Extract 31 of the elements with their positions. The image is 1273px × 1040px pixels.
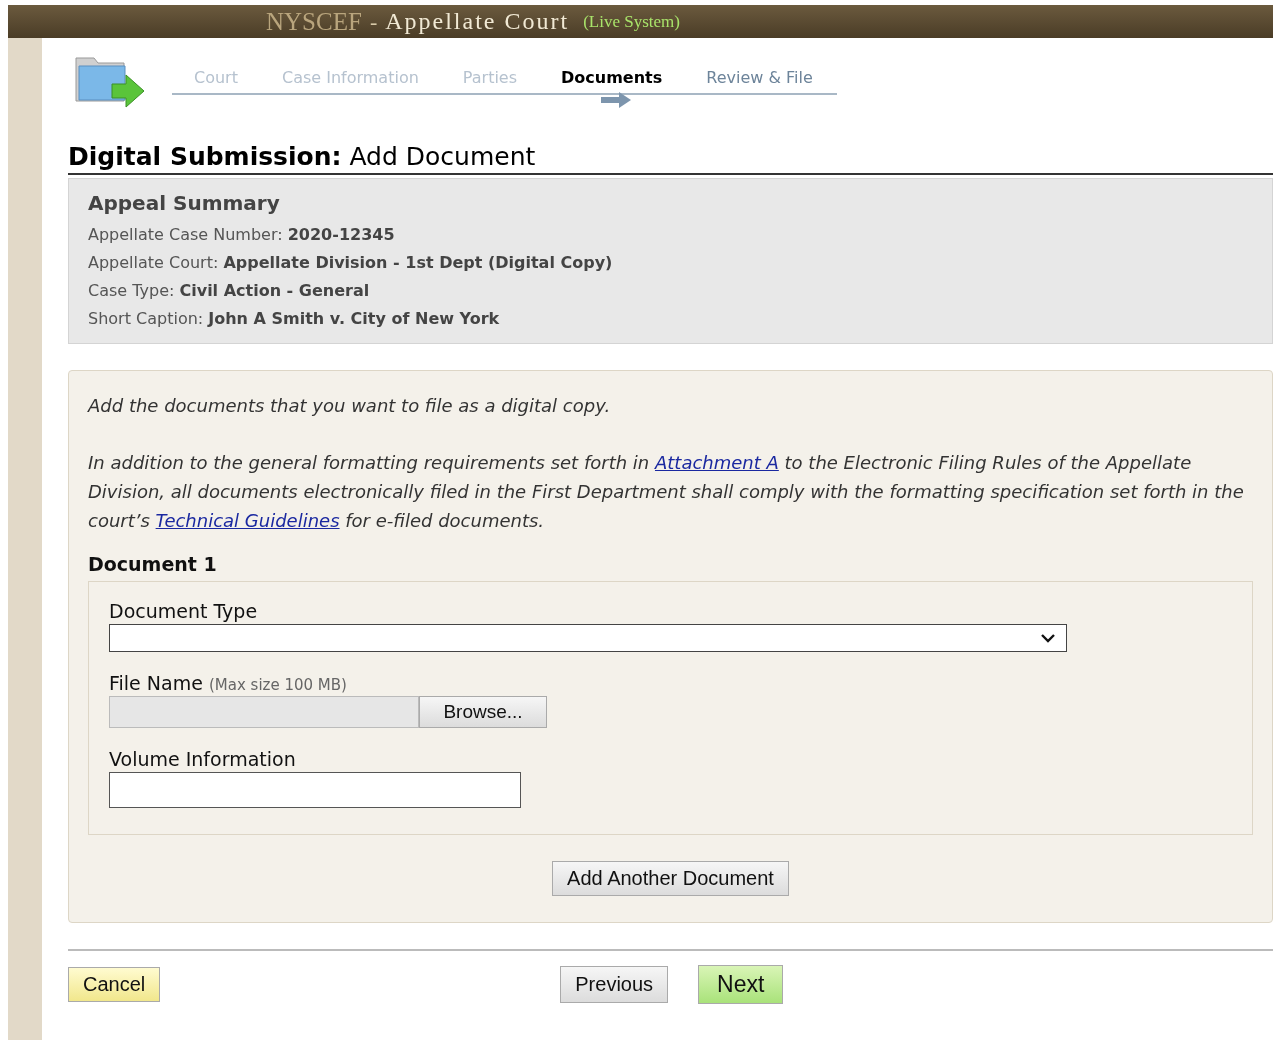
summary-field: Short Caption: John A Smith v. City of New York xyxy=(88,305,1253,333)
guidelines-link[interactable]: Technical Guidelines xyxy=(155,510,340,531)
browse-button[interactable]: Browse... xyxy=(419,696,547,728)
summary-field: Appellate Court: Appellate Division - 1st Dept (Digital Copy) xyxy=(88,249,1253,277)
size-hint: (Max size 100 MB) xyxy=(208,676,347,694)
attachment-link[interactable]: Attachment A xyxy=(654,452,779,473)
next-button[interactable]: Next xyxy=(698,965,784,1004)
step-tab[interactable]: Review & File xyxy=(706,68,813,87)
site-title: Appellate Court xyxy=(385,8,570,35)
summary-field: Case Type: Civil Action - General xyxy=(88,277,1253,305)
brand-name: NYSCEF xyxy=(266,7,362,36)
previous-button[interactable]: Previous xyxy=(560,966,669,1003)
instruction-paragraph: In addition to the general formatting requirements set forth in Attachment A to the Electronic Filing Rules of the Appellate Division, all documents electronically filed in the First Department shall comply with the formatting specification set forth in the court’s Technical Guidelines for e-filed documents. xyxy=(88,451,1245,533)
volume-input[interactable] xyxy=(109,772,521,808)
system-label: (Live System) xyxy=(583,11,680,32)
field-label: Volume Information xyxy=(109,748,297,770)
document-heading: Document 1 xyxy=(88,553,218,575)
page-title: Digital Submission: Add Document xyxy=(68,142,1273,175)
cancel-button[interactable]: Cancel xyxy=(68,967,161,1002)
separator: - xyxy=(369,8,378,35)
summary-title: Appeal Summary xyxy=(88,191,281,215)
file-name-field[interactable] xyxy=(109,696,419,728)
summary-field: Appellate Case Number: 2020-12345 xyxy=(88,221,1253,249)
chevron-icon xyxy=(1040,633,1056,643)
instruction-text: Add the documents that you want to file as a digital copy. xyxy=(88,394,612,418)
add-document-button[interactable]: Add Another Document xyxy=(552,861,789,896)
field-label: Document Type xyxy=(109,600,259,622)
arrow-icon xyxy=(601,92,632,108)
step-tab[interactable]: Documents xyxy=(561,68,663,87)
field-label: File Name xyxy=(109,672,203,694)
document-type-select[interactable] xyxy=(109,624,1067,652)
